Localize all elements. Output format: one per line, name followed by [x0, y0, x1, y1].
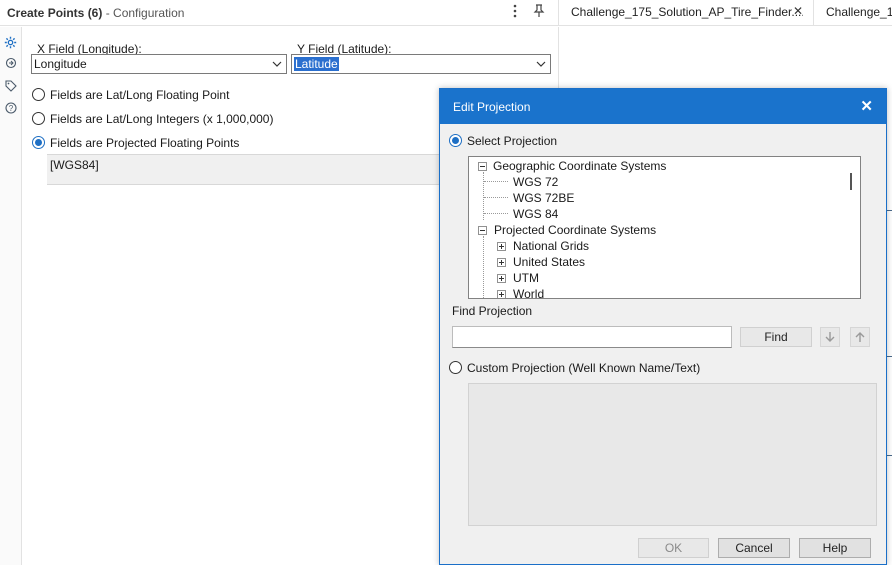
dialog-title: Edit Projection	[453, 100, 531, 114]
radio-button[interactable]	[449, 134, 462, 147]
option-label: Fields are Lat/Long Floating Point	[50, 88, 230, 102]
expand-icon[interactable]	[497, 274, 506, 283]
tree-node-wgs84[interactable]: WGS 84	[513, 206, 558, 222]
config-header: Create Points (6) - Configuration	[0, 0, 558, 26]
expand-icon[interactable]	[497, 258, 506, 267]
app-window: Create Points (6) - Configuration ? X Fi…	[0, 0, 892, 565]
ok-button[interactable]: OK	[638, 538, 709, 558]
tree-node-label: Geographic Coordinate Systems	[493, 159, 667, 173]
projection-value: [WGS84]	[50, 158, 99, 172]
collapse-icon[interactable]	[478, 162, 487, 171]
expand-icon[interactable]	[497, 242, 506, 251]
find-projection-label: Find Projection	[452, 304, 533, 318]
close-icon[interactable]: ✕	[793, 4, 803, 18]
tab-challenge-175[interactable]: Challenge_175_Solution_AP_Tire_Finder...…	[571, 0, 803, 26]
edit-projection-dialog: Edit Projection ✕ Select Projection Geog…	[439, 88, 887, 565]
expand-icon[interactable]	[497, 290, 506, 298]
tool-name: Create Points (6)	[7, 6, 103, 20]
help-icon[interactable]: ?	[3, 102, 18, 117]
projection-tree[interactable]: Geographic Coordinate Systems WGS 72 WGS…	[468, 156, 861, 299]
find-previous-button[interactable]	[850, 327, 870, 347]
tree-node-label: UTM	[513, 271, 539, 285]
tree-node-label: Projected Coordinate Systems	[494, 223, 657, 237]
tab-divider	[813, 0, 814, 26]
tree-node-label: United States	[513, 255, 586, 269]
option-label: Fields are Lat/Long Integers (x 1,000,00…	[50, 112, 274, 126]
tab-challenge-17[interactable]: Challenge_17	[826, 0, 892, 26]
radio-button[interactable]	[32, 88, 45, 101]
y-field-value: Latitude	[294, 57, 339, 71]
tree-node-label: WGS 84	[513, 207, 559, 221]
close-icon[interactable]: ✕	[860, 97, 873, 115]
tree-connector	[483, 236, 484, 298]
chevron-down-icon	[272, 61, 282, 67]
tree-connector	[484, 197, 508, 198]
scrollbar-thumb[interactable]	[850, 173, 852, 190]
tree-node-wgs72[interactable]: WGS 72	[513, 174, 558, 190]
dialog-title-bar: Edit Projection ✕	[440, 89, 886, 124]
projection-field[interactable]: [WGS84]	[47, 154, 439, 185]
tree-node-wgs72be[interactable]: WGS 72BE	[513, 190, 574, 206]
select-projection-label: Select Projection	[467, 134, 558, 148]
tree-scrollbar[interactable]	[843, 157, 860, 298]
tree-connector	[484, 213, 508, 214]
radio-button[interactable]	[32, 136, 45, 149]
refresh-icon[interactable]	[3, 57, 18, 72]
more-options-icon[interactable]	[507, 4, 523, 22]
collapse-icon[interactable]	[478, 226, 487, 235]
radio-button[interactable]	[32, 112, 45, 125]
tree-node-label: WGS 72	[513, 175, 559, 189]
x-field-select[interactable]: Longitude	[31, 54, 287, 74]
config-side-bar: ?	[0, 27, 22, 565]
tag-icon[interactable]	[3, 80, 18, 95]
custom-projection-label: Custom Projection (Well Known Name/Text)	[467, 361, 701, 375]
x-field-value: Longitude	[34, 57, 87, 71]
find-next-button[interactable]	[820, 327, 840, 347]
document-tabs: Challenge_175_Solution_AP_Tire_Finder...…	[558, 0, 892, 26]
arrow-down-icon	[825, 332, 835, 342]
tree-node-label: World	[513, 287, 545, 299]
config-title: Create Points (6) - Configuration	[7, 6, 184, 20]
find-button[interactable]: Find	[740, 327, 812, 347]
help-button[interactable]: Help	[799, 538, 871, 558]
gear-icon[interactable]	[3, 36, 18, 51]
custom-projection-text[interactable]	[468, 383, 877, 526]
tree-node-label: National Grids	[513, 239, 590, 253]
pin-icon[interactable]	[531, 4, 547, 22]
find-projection-input[interactable]	[452, 326, 732, 348]
y-field-select[interactable]: Latitude	[291, 54, 551, 74]
tree-node-label: WGS 72BE	[513, 191, 575, 205]
tree-connector	[484, 181, 508, 182]
config-subtitle: - Configuration	[105, 6, 185, 20]
radio-button[interactable]	[449, 361, 462, 374]
tab-label: Challenge_175_Solution_AP_Tire_Finder...…	[571, 5, 803, 19]
tab-label: Challenge_17	[826, 5, 892, 19]
cancel-button[interactable]: Cancel	[718, 538, 790, 558]
chevron-down-icon	[536, 61, 546, 67]
svg-text:?: ?	[8, 104, 13, 113]
option-label: Fields are Projected Floating Points	[50, 136, 240, 150]
arrow-up-icon	[855, 332, 865, 342]
